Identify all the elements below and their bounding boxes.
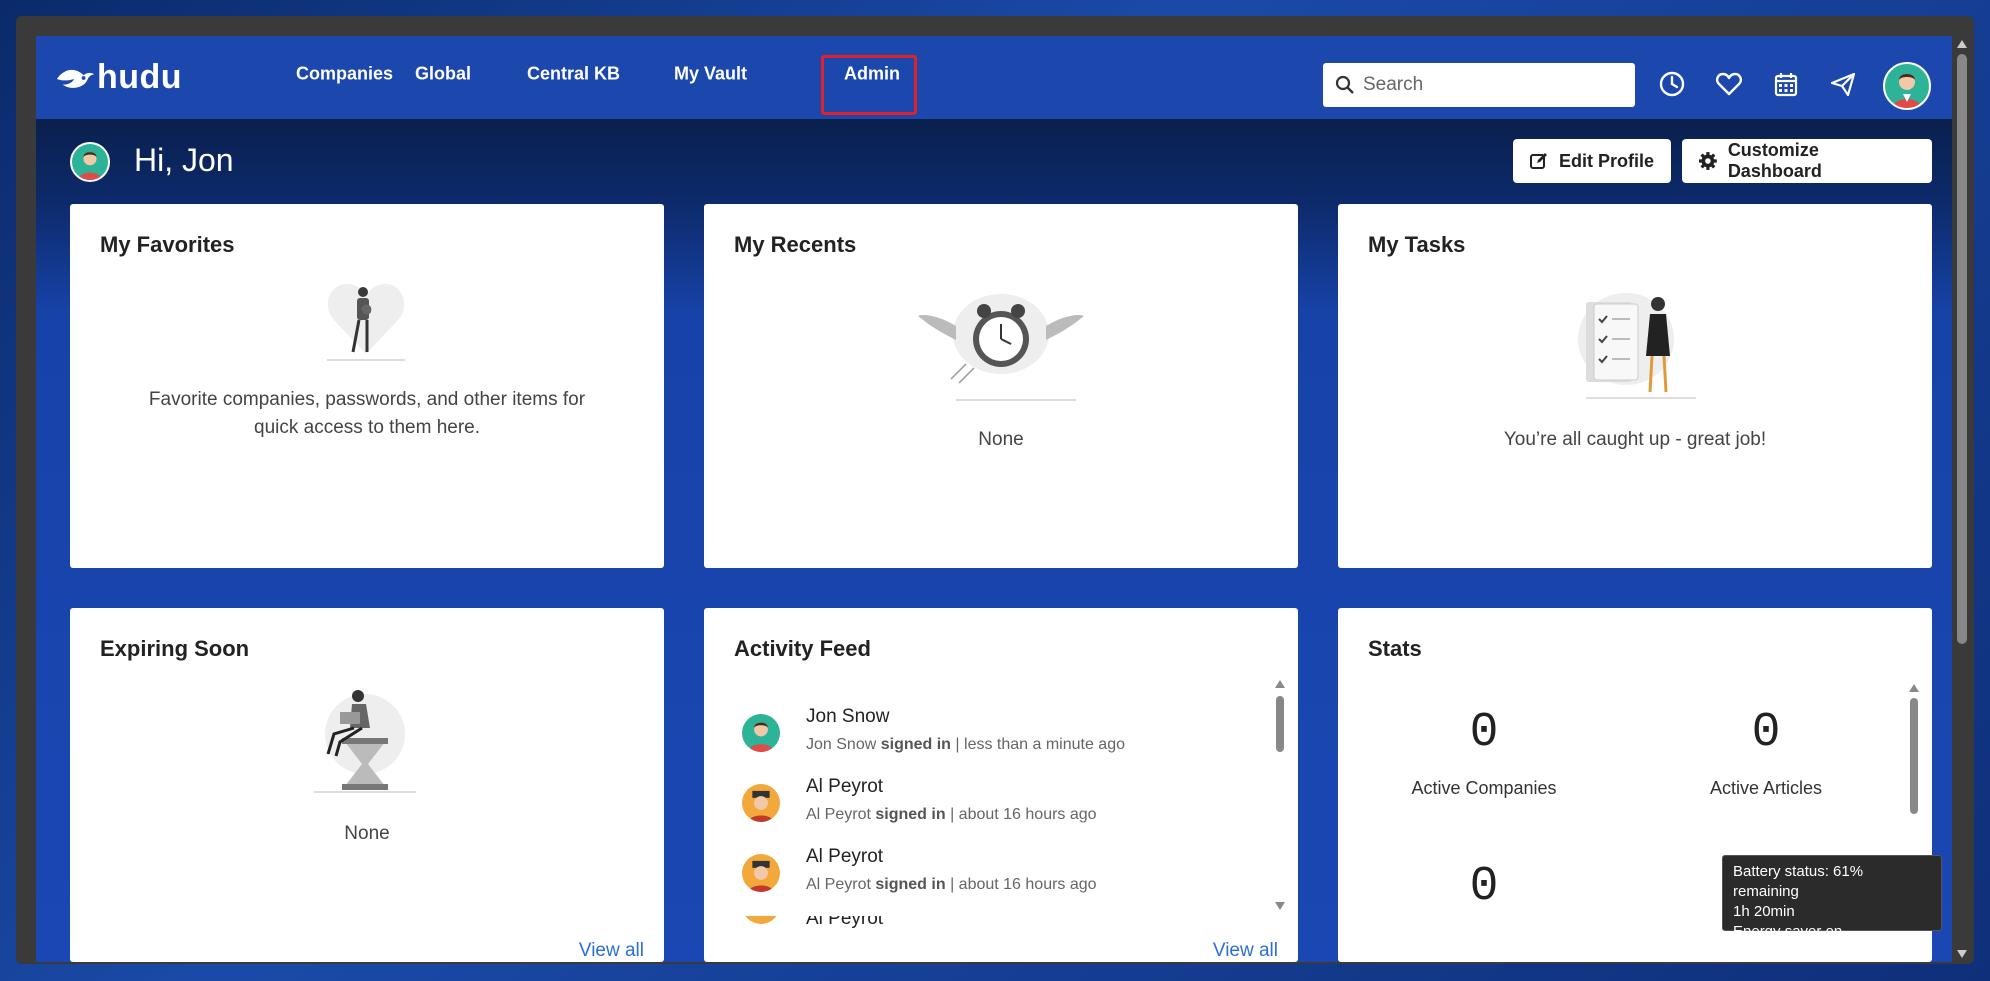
user-avatar-icon (748, 722, 774, 752)
nav-admin[interactable]: Admin (844, 64, 900, 85)
user-avatar[interactable] (1883, 62, 1931, 110)
feed-time: | less than a minute ago (955, 736, 1125, 753)
paper-plane-icon[interactable] (1828, 69, 1858, 99)
favorites-title: My Favorites (100, 232, 235, 257)
feed-item[interactable]: Jon Snow Jon Snow signed in | less than … (742, 706, 1282, 766)
edit-icon (1530, 153, 1547, 169)
activity-feed-card: Activity Feed Jon Snow Jon Snow signed i… (704, 608, 1298, 962)
recents-empty: None (978, 429, 1024, 450)
tasks-title: My Tasks (1368, 232, 1466, 257)
feed-user-name: Al Peyrot (806, 916, 884, 928)
top-navbar: hudu Companies Global Central KB My Vaul… (36, 36, 1952, 119)
app-window: hudu Companies Global Central KB My Vaul… (16, 16, 1974, 964)
greeting-heading: Hi, Jon (134, 142, 234, 178)
search-input[interactable] (1363, 74, 1623, 96)
recents-card: My Recents None (704, 204, 1298, 568)
feed-item[interactable]: Al Peyrot Al Peyrot signed in | about 16… (742, 846, 1282, 906)
feed-actor: Jon Snow (806, 736, 877, 753)
stat-active-articles-label: Active Articles (1709, 778, 1823, 798)
hudu-logo[interactable]: hudu (55, 58, 182, 97)
scroll-up-arrow-icon[interactable] (1909, 684, 1919, 692)
feed-detail: Al Peyrot signed in | about 16 hours ago (806, 876, 1097, 894)
feed-user-name: Jon Snow (806, 706, 890, 727)
feed-item[interactable]: Al Peyrot Al Peyrot signed in | about 16… (742, 776, 1282, 836)
favorites-illustration (327, 283, 405, 361)
stat-active-companies-value: 0 (1469, 706, 1499, 760)
scroll-down-arrow-icon[interactable] (1957, 950, 1967, 958)
feed-time: | about 16 hours ago (950, 876, 1097, 893)
recents-title: My Recents (734, 232, 857, 257)
hudu-bird-icon (56, 69, 95, 88)
feed-item-partial: Al Peyrot (742, 916, 1282, 928)
search-box[interactable] (1323, 63, 1635, 107)
heart-icon[interactable] (1714, 69, 1744, 99)
nav-companies[interactable]: Companies (296, 64, 393, 85)
gear-icon (1698, 152, 1717, 170)
scroll-up-arrow-icon[interactable] (1957, 40, 1967, 48)
tasks-card: My Tasks You’re all caught up - great jo… (1338, 204, 1932, 568)
expiring-view-all-link[interactable]: View all (579, 940, 644, 962)
activity-scrollbar[interactable] (1274, 680, 1286, 910)
hourglass-illustration (314, 690, 416, 793)
tasks-empty: You’re all caught up - great job! (1503, 429, 1767, 450)
nav-central-kb[interactable]: Central KB (527, 64, 620, 85)
brand-name: hudu (97, 58, 183, 96)
feed-actor: Al Peyrot (806, 876, 871, 893)
user-avatar-icon (748, 790, 774, 822)
feed-avatar (742, 916, 780, 924)
customize-dashboard-label: Customize Dashboard (1727, 140, 1822, 181)
calendar-icon[interactable] (1771, 69, 1801, 99)
user-avatar-icon (748, 860, 774, 892)
feed-user-name: Al Peyrot (806, 776, 884, 797)
tooltip-line1: Battery status: 61% remaining (1733, 863, 1864, 900)
customize-dashboard-button[interactable]: Customize Dashboard (1682, 139, 1932, 183)
stat-active-articles-value: 0 (1751, 706, 1781, 760)
stat-value: 0 (1469, 860, 1499, 914)
nav-my-vault[interactable]: My Vault (674, 64, 747, 85)
alarm-clock-illustration (918, 294, 1084, 401)
expiring-title: Expiring Soon (100, 636, 250, 661)
search-icon (1335, 75, 1354, 94)
feed-action: signed in (875, 806, 946, 823)
scroll-down-arrow-icon[interactable] (1275, 902, 1285, 910)
battery-tooltip: Battery status: 61% remaining 1h 20min E… (1722, 855, 1942, 940)
greeting-avatar (70, 142, 110, 182)
activity-view-all-link[interactable]: View all (1213, 940, 1278, 962)
clock-icon[interactable] (1657, 69, 1687, 99)
tooltip-line2: 1h 20min (1733, 903, 1795, 920)
feed-actor: Al Peyrot (806, 806, 871, 823)
activity-title: Activity Feed (734, 636, 871, 661)
expiring-empty: None (344, 823, 390, 844)
nav-global[interactable]: Global (415, 64, 471, 85)
scroll-up-arrow-icon[interactable] (1275, 680, 1285, 688)
stats-title: Stats (1368, 636, 1422, 661)
feed-detail: Jon Snow signed in | less than a minute … (806, 736, 1125, 754)
user-avatar-icon (78, 152, 102, 180)
stats-scroll-thumb[interactable] (1910, 698, 1918, 814)
tooltip-line3: Energy saver on (1733, 923, 1843, 940)
feed-avatar (742, 784, 780, 822)
favorites-empty-line1: Favorite companies, passwords, and other… (148, 389, 586, 410)
feed-action: signed in (880, 736, 951, 753)
feed-avatar (742, 714, 780, 752)
user-avatar-icon (1893, 74, 1921, 108)
feed-user-name: Al Peyrot (806, 846, 884, 867)
edit-profile-button[interactable]: Edit Profile (1513, 139, 1671, 183)
favorites-card: My Favorites Favorite companies, passwor… (70, 204, 664, 568)
stat-active-companies-label: Active Companies (1411, 778, 1557, 798)
feed-time: | about 16 hours ago (950, 806, 1097, 823)
window-scrollbar[interactable] (1952, 36, 1972, 962)
feed-avatar (742, 854, 780, 892)
favorites-empty-line2: quick access to them here. (254, 417, 480, 438)
tasks-illustration (1578, 293, 1696, 399)
feed-action: signed in (875, 876, 946, 893)
feed-detail: Al Peyrot signed in | about 16 hours ago (806, 806, 1097, 824)
app-root: hudu Companies Global Central KB My Vaul… (36, 36, 1952, 962)
window-scroll-thumb[interactable] (1957, 54, 1967, 644)
expiring-card: Expiring Soon None View all (70, 608, 664, 962)
activity-scroll-thumb[interactable] (1276, 696, 1284, 752)
edit-profile-label: Edit Profile (1559, 150, 1655, 171)
